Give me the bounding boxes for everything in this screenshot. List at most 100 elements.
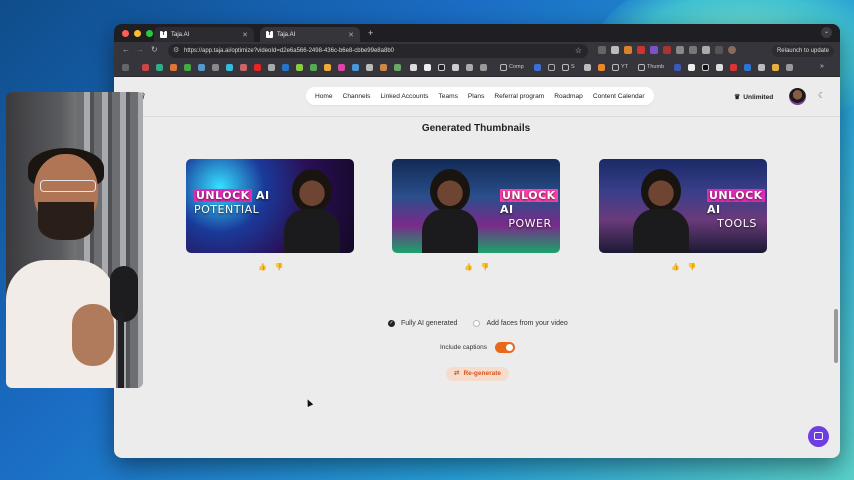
apps-icon[interactable]	[122, 64, 129, 72]
thumbs-down-icon[interactable]: 👎	[481, 264, 490, 271]
nav-referral-program[interactable]: Referral program	[489, 93, 549, 100]
bookmark-icon[interactable]	[702, 64, 709, 72]
bookmark-folder-thumb[interactable]: Thumb	[638, 64, 664, 72]
close-window-button[interactable]	[122, 30, 129, 37]
bookmark-folder-s[interactable]: S	[562, 64, 575, 72]
extension-icon[interactable]	[598, 46, 606, 54]
bookmark-icon[interactable]	[598, 64, 605, 72]
plan-label: Unlimited	[743, 94, 774, 101]
media-icon[interactable]	[702, 46, 710, 54]
puzzle-icon[interactable]	[689, 46, 697, 54]
bookmark-icon[interactable]	[212, 64, 219, 72]
captions-toggle[interactable]	[494, 342, 515, 353]
fully-ai-label[interactable]: Fully AI generated	[401, 320, 457, 327]
bookmark-icon[interactable]	[254, 64, 261, 72]
sidepanel-icon[interactable]	[715, 46, 723, 54]
regenerate-button[interactable]: ⇄ Re-generate	[446, 367, 510, 381]
nav-content-calendar[interactable]: Content Calendar	[588, 93, 650, 100]
bookmark-icon[interactable]	[310, 64, 317, 72]
bookmark-icon[interactable]	[268, 64, 275, 72]
nav-linked-accounts[interactable]: Linked Accounts	[375, 93, 433, 100]
bookmark-icon[interactable]	[424, 64, 431, 72]
bookmark-folder-comp[interactable]: Comp	[500, 64, 524, 72]
nav-home[interactable]: Home	[310, 93, 338, 100]
thumbs-up-icon[interactable]: 👍	[464, 264, 473, 271]
extension-icon[interactable]	[676, 46, 684, 54]
minimize-window-button[interactable]	[134, 30, 141, 37]
bookmark-icon[interactable]	[170, 64, 177, 72]
extension-icon[interactable]	[637, 46, 645, 54]
browser-tab-2[interactable]: T Taja.AI ✕	[260, 27, 360, 42]
relaunch-button[interactable]: Relaunch to update	[771, 45, 834, 57]
thumbs-down-icon[interactable]: 👎	[275, 264, 284, 271]
bookmark-icon[interactable]	[466, 64, 473, 72]
thumbnail-card-1[interactable]: UNLOCK AI POTENTIAL	[186, 159, 354, 253]
new-tab-icon[interactable]: +	[368, 28, 373, 38]
thumbnail-card-3[interactable]: UNLOCK AI TOOLS	[599, 159, 767, 253]
bookmark-icon[interactable]	[142, 64, 149, 72]
extension-icon[interactable]	[663, 46, 671, 54]
bookmark-icon[interactable]	[282, 64, 289, 72]
bookmark-icon[interactable]	[730, 64, 737, 72]
bookmark-icon[interactable]	[198, 64, 205, 72]
forward-icon[interactable]: →	[136, 45, 144, 54]
bookmark-icon[interactable]	[674, 64, 681, 72]
bookmark-icon[interactable]	[156, 64, 163, 72]
star-icon[interactable]: ☆	[575, 44, 582, 58]
add-faces-label[interactable]: Add faces from your video	[486, 320, 567, 327]
page-scrollbar[interactable]	[834, 309, 838, 363]
browser-tab-1[interactable]: T Taja.AI ✕	[154, 27, 254, 42]
bookmark-icon[interactable]	[716, 64, 723, 72]
thumbs-up-icon[interactable]: 👍	[258, 264, 267, 271]
avatar[interactable]	[789, 88, 806, 105]
plan-badge[interactable]: ♛ Unlimited	[734, 93, 773, 101]
maximize-window-button[interactable]	[146, 30, 153, 37]
more-bookmarks-icon[interactable]: »	[820, 63, 824, 71]
site-info-icon[interactable]: ⚙	[173, 44, 179, 58]
thumbs-up-icon[interactable]: 👍	[671, 264, 680, 271]
bookmark-icon[interactable]	[584, 64, 591, 72]
moon-icon[interactable]: ☾	[818, 91, 825, 100]
bookmark-icon[interactable]	[772, 64, 779, 72]
chat-icon[interactable]	[808, 426, 829, 447]
extension-icon[interactable]	[624, 46, 632, 54]
bookmark-icon[interactable]	[324, 64, 331, 72]
bookmark-icon[interactable]	[184, 64, 191, 72]
close-tab-icon[interactable]: ✕	[348, 31, 354, 39]
bookmark-icon[interactable]	[240, 64, 247, 72]
bookmark-icon[interactable]	[452, 64, 459, 72]
bookmark-icon[interactable]	[548, 64, 555, 72]
bookmark-icon[interactable]	[688, 64, 695, 72]
nav-plans[interactable]: Plans	[463, 93, 490, 100]
bookmark-icon[interactable]	[786, 64, 793, 72]
tab-search-icon[interactable]: ⌄	[821, 27, 832, 38]
bookmark-icon[interactable]	[338, 64, 345, 72]
bookmark-icon[interactable]	[744, 64, 751, 72]
bookmark-icon[interactable]	[394, 64, 401, 72]
nav-channels[interactable]: Channels	[338, 93, 376, 100]
bookmark-icon[interactable]	[758, 64, 765, 72]
bookmark-folder-yt[interactable]: YT	[612, 64, 628, 72]
close-tab-icon[interactable]: ✕	[242, 31, 248, 39]
bookmark-icon[interactable]	[380, 64, 387, 72]
back-icon[interactable]: ←	[122, 45, 130, 54]
bookmark-icon[interactable]	[226, 64, 233, 72]
nav-teams[interactable]: Teams	[433, 93, 462, 100]
address-bar[interactable]: ⚙ https://app.taja.ai/optimize?videoId=d…	[168, 44, 588, 58]
reload-icon[interactable]: ↻	[151, 45, 158, 54]
add-faces-radio[interactable]	[473, 320, 481, 327]
thumbs-down-icon[interactable]: 👎	[688, 264, 697, 271]
bookmark-icon[interactable]	[438, 64, 445, 72]
extension-icon[interactable]	[650, 46, 658, 54]
bookmark-icon[interactable]	[410, 64, 417, 72]
fully-ai-radio[interactable]: ✓	[388, 320, 395, 327]
profile-icon[interactable]	[728, 46, 736, 54]
thumbnail-card-2[interactable]: UNLOCK AI POWER	[392, 159, 560, 253]
bookmark-icon[interactable]	[534, 64, 541, 72]
eye-icon[interactable]	[611, 46, 619, 54]
bookmark-icon[interactable]	[480, 64, 487, 72]
bookmark-icon[interactable]	[296, 64, 303, 72]
nav-roadmap[interactable]: Roadmap	[549, 93, 588, 100]
bookmark-icon[interactable]	[366, 64, 373, 72]
bookmark-icon[interactable]	[352, 64, 359, 72]
